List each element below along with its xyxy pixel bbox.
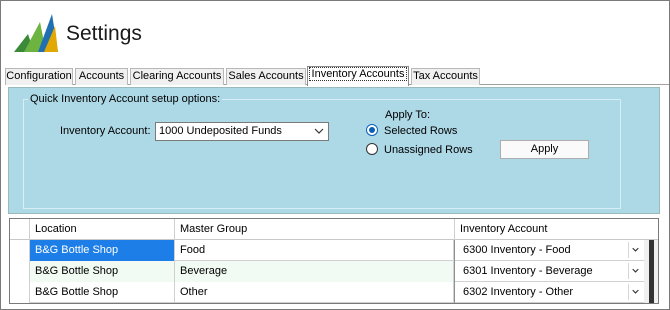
- tab-tax-accounts[interactable]: Tax Accounts: [411, 68, 480, 85]
- selected-rows-label: Selected Rows: [384, 125, 458, 137]
- tab-configuration[interactable]: Configuration: [5, 68, 73, 85]
- header: Settings: [2, 2, 668, 66]
- inventory-account-dropdown[interactable]: 1000 Undeposited Funds: [155, 122, 329, 141]
- chevron-down-icon: [628, 263, 639, 279]
- inventory-accounts-grid: Location Master Group Inventory Account …: [9, 218, 659, 304]
- table-row[interactable]: B&G Bottle Shop Food 6300 Inventory - Fo…: [10, 240, 658, 261]
- row-header[interactable]: [10, 282, 30, 303]
- unassigned-rows-label: Unassigned Rows: [384, 144, 473, 156]
- row-header[interactable]: [10, 261, 30, 282]
- location-cell[interactable]: B&G Bottle Shop: [30, 261, 175, 282]
- column-header-master-group[interactable]: Master Group: [175, 219, 455, 240]
- row-header[interactable]: [10, 240, 30, 261]
- master-group-cell[interactable]: Other: [175, 282, 454, 303]
- master-group-cell[interactable]: Beverage: [175, 261, 454, 282]
- scrollbar-thumb[interactable]: [649, 240, 654, 303]
- selected-rows-radio[interactable]: [366, 124, 378, 136]
- apply-button[interactable]: Apply: [500, 140, 589, 159]
- vertical-scrollbar[interactable]: [644, 240, 658, 303]
- grid-header: Location Master Group Inventory Account: [10, 219, 658, 240]
- location-cell[interactable]: B&G Bottle Shop: [30, 282, 175, 303]
- inventory-account-cell-dropdown[interactable]: 6301 Inventory - Beverage: [454, 261, 644, 282]
- inventory-account-value: 1000 Undeposited Funds: [159, 125, 282, 137]
- tab-inventory-accounts[interactable]: Inventory Accounts: [307, 66, 409, 86]
- row-header-corner: [10, 219, 30, 240]
- inventory-account-cell: 6301 Inventory - Beverage: [463, 265, 593, 277]
- master-group-cell[interactable]: Food: [175, 240, 454, 261]
- column-header-location[interactable]: Location: [30, 219, 175, 240]
- inventory-account-label: Inventory Account:: [60, 125, 151, 137]
- inventory-account-cell: 6300 Inventory - Food: [463, 244, 571, 256]
- table-row[interactable]: B&G Bottle Shop Other 6302 Inventory - O…: [10, 282, 658, 303]
- inventory-account-cell-dropdown[interactable]: 6302 Inventory - Other: [454, 282, 644, 303]
- settings-window: Settings Configuration Accounts Clearing…: [0, 0, 670, 310]
- chevron-down-icon: [628, 284, 639, 300]
- chevron-down-icon: [314, 128, 324, 134]
- location-cell[interactable]: B&G Bottle Shop: [30, 240, 175, 261]
- apply-to-label: Apply To:: [385, 109, 431, 121]
- setup-group-title: Quick Inventory Account setup options:: [28, 93, 223, 105]
- tab-accounts[interactable]: Accounts: [75, 68, 128, 85]
- inventory-account-cell: 6302 Inventory - Other: [463, 286, 574, 298]
- chevron-down-icon: [628, 242, 639, 258]
- table-row[interactable]: B&G Bottle Shop Beverage 6301 Inventory …: [10, 261, 658, 282]
- unassigned-rows-radio[interactable]: [366, 143, 378, 155]
- column-header-inventory-account[interactable]: Inventory Account: [455, 219, 658, 240]
- tab-clearing-accounts[interactable]: Clearing Accounts: [130, 68, 224, 85]
- page-title: Settings: [66, 22, 142, 45]
- tab-strip: Configuration Accounts Clearing Accounts…: [5, 66, 669, 86]
- tab-sales-accounts[interactable]: Sales Accounts: [226, 68, 306, 85]
- inventory-account-cell-dropdown[interactable]: 6300 Inventory - Food: [454, 240, 644, 261]
- dynamics-logo-icon: [14, 14, 58, 52]
